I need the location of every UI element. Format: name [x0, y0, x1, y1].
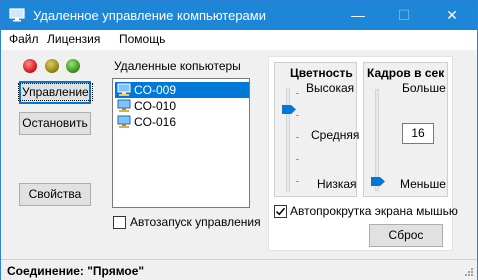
list-item-label: CO-016 — [134, 115, 177, 129]
minimize-button[interactable]: — — [335, 1, 381, 30]
computers-list[interactable]: CO-009 CO-010 CO-016 — [112, 78, 250, 208]
status-led-green — [66, 59, 80, 73]
color-depth-high-label: Высокая — [306, 81, 355, 95]
status-led-red — [23, 59, 37, 73]
menu-help[interactable]: Помощь — [119, 32, 165, 46]
list-item-label: CO-010 — [134, 99, 177, 113]
stop-button[interactable]: Остановить — [19, 112, 91, 135]
computers-list-label: Удаленные копьютеры — [114, 59, 241, 73]
window-title: Удаленное управление компьютерами — [33, 8, 266, 23]
fps-title: Кадров в сек — [367, 66, 445, 80]
main-window: Удаленное управление компьютерами — ☐ ✕ … — [0, 0, 478, 280]
autoscroll-checkbox[interactable] — [274, 205, 287, 218]
title-bar[interactable]: Удаленное управление компьютерами — ☐ ✕ — [1, 1, 477, 30]
color-depth-tick — [296, 181, 299, 182]
resize-grip-icon[interactable] — [464, 267, 474, 277]
status-led-yellow — [45, 59, 59, 73]
color-depth-group: Цветность Высокая Средняя Низкая — [274, 62, 360, 197]
fps-less-label: Меньше — [400, 177, 446, 191]
close-button[interactable]: ✕ — [429, 1, 475, 30]
color-depth-title: Цветность — [290, 66, 353, 80]
autostart-label[interactable]: Автозапуск управления — [130, 215, 261, 229]
menu-license[interactable]: Лицензия — [47, 32, 100, 46]
connection-status: Соединение: "Прямое" — [7, 264, 145, 278]
autostart-checkbox[interactable] — [113, 216, 126, 229]
computer-icon — [117, 83, 131, 96]
list-item-co-010[interactable]: CO-010 — [115, 98, 249, 114]
reset-button[interactable]: Сброс — [369, 224, 443, 247]
manage-button-label: Управление — [18, 83, 93, 101]
maximize-button[interactable]: ☐ — [381, 1, 427, 30]
check-icon — [275, 207, 286, 216]
color-depth-tick — [296, 93, 299, 94]
menu-bar: Файл Лицензия Помощь — [1, 30, 477, 50]
color-depth-tick — [296, 115, 299, 116]
color-depth-tick — [296, 159, 299, 160]
properties-button[interactable]: Свойства — [19, 183, 91, 206]
autoscroll-label[interactable]: Автопрокрутка экрана мышью — [290, 204, 458, 218]
menu-file[interactable]: Файл — [9, 32, 39, 46]
computer-icon — [117, 99, 131, 112]
fps-group: Кадров в сек Больше 16 Меньше — [363, 62, 448, 197]
manage-button[interactable]: Управление — [18, 81, 93, 104]
status-bar: Соединение: "Прямое" — [1, 259, 477, 280]
settings-panel: Цветность Высокая Средняя Низкая Кадров … — [268, 56, 458, 251]
list-item-label: CO-009 — [134, 83, 177, 97]
color-depth-tick — [296, 137, 299, 138]
color-depth-low-label: Низкая — [317, 177, 357, 191]
fps-track — [375, 89, 379, 191]
fps-value-field[interactable]: 16 — [402, 123, 434, 144]
list-item-co-016[interactable]: CO-016 — [115, 114, 249, 130]
list-item-co-009[interactable]: CO-009 — [115, 82, 249, 98]
color-depth-slider-thumb[interactable] — [282, 104, 296, 114]
app-monitor-icon — [9, 8, 25, 22]
computer-icon — [117, 115, 131, 128]
fps-slider-thumb[interactable] — [371, 177, 385, 187]
color-depth-mid-label: Средняя — [311, 128, 360, 142]
fps-more-label: Больше — [402, 81, 446, 95]
